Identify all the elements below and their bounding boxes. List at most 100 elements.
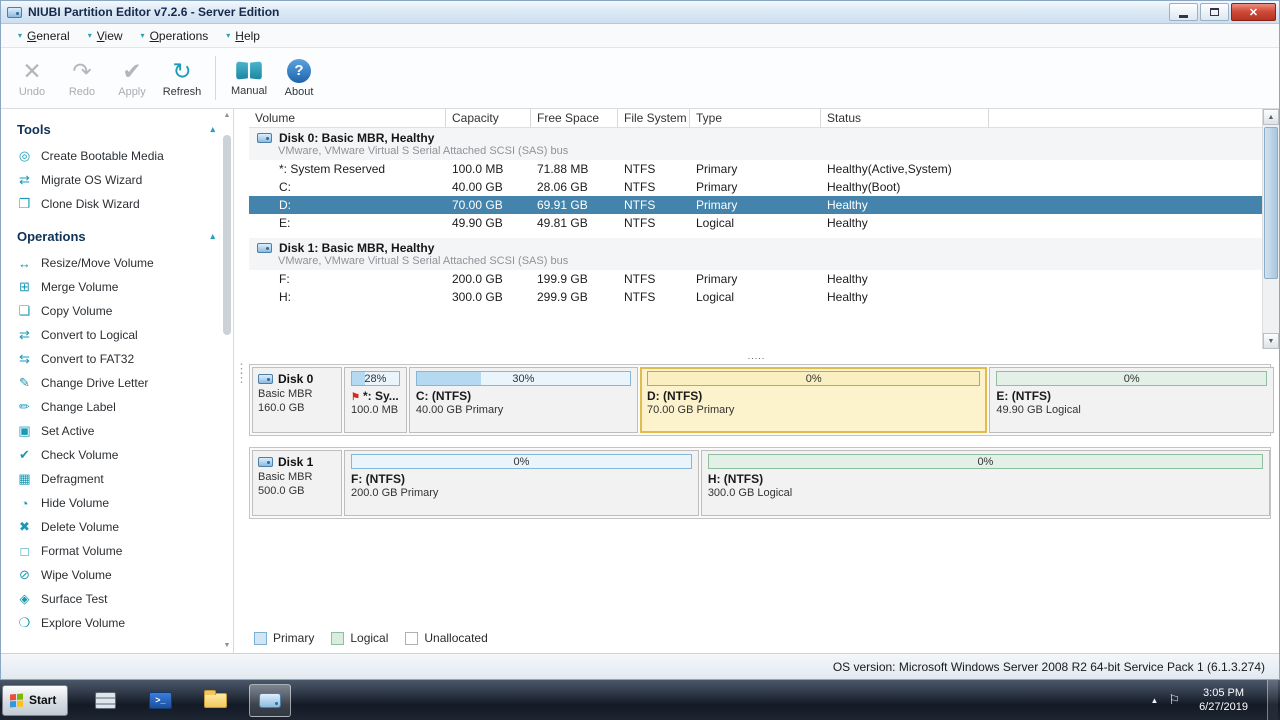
refresh-button[interactable]: ↻Refresh: [157, 51, 207, 105]
taskbar-app-powershell[interactable]: >_: [139, 684, 181, 717]
taskbar-app-server-manager[interactable]: [84, 684, 126, 717]
cell-file-system: NTFS: [618, 288, 690, 306]
cell-file-system: NTFS: [618, 196, 690, 214]
legend-swatch-unallocated: [405, 632, 418, 645]
cell-free-space: 28.06 GB: [531, 178, 618, 196]
menu-label: General: [27, 29, 70, 43]
partition-size: 40.00 GB Primary: [416, 404, 631, 416]
menu-help[interactable]: ▾Help: [217, 27, 269, 45]
cell-capacity: 100.0 MB: [446, 160, 531, 178]
sidebar-item-change-label[interactable]: ✏Change Label: [17, 395, 215, 419]
volume-row[interactable]: F:200.0 GB199.9 GBNTFSPrimaryHealthy: [249, 270, 1262, 288]
cell-status: Healthy(Boot): [821, 178, 989, 196]
column-header-status[interactable]: Status: [821, 109, 989, 128]
volume-row[interactable]: H:300.0 GB299.9 GBNTFSLogicalHealthy: [249, 288, 1262, 306]
sidebar-item-defragment[interactable]: ▦Defragment: [17, 467, 215, 491]
sidebar-item-hide-volume[interactable]: ◔Hide Volume: [17, 491, 215, 515]
volume-row[interactable]: *: System Reserved100.0 MB71.88 MBNTFSPr…: [249, 160, 1262, 178]
menu-operations[interactable]: ▾Operations: [132, 27, 218, 45]
partition-block[interactable]: 0%E: (NTFS)49.90 GB Logical: [989, 367, 1274, 433]
partition-block[interactable]: 30%C: (NTFS)40.00 GB Primary: [409, 367, 638, 433]
partition-block[interactable]: 0%D: (NTFS)70.00 GB Primary: [640, 367, 987, 433]
sidebar-item-change-drive-letter[interactable]: ✎Change Drive Letter: [17, 371, 215, 395]
app-window: NIUBI Partition Editor v7.2.6 - Server E…: [0, 0, 1280, 680]
sidebar-item-copy-volume[interactable]: ❏Copy Volume: [17, 299, 215, 323]
partition-block[interactable]: 0%H: (NTFS)300.0 GB Logical: [701, 450, 1270, 516]
volume-row[interactable]: D:70.00 GB69.91 GBNTFSPrimaryHealthy: [249, 196, 1262, 214]
volume-row[interactable]: C:40.00 GB28.06 GBNTFSPrimaryHealthy(Boo…: [249, 178, 1262, 196]
scroll-up-icon[interactable]: ▲: [1263, 109, 1279, 125]
sidebar-item-surface-test[interactable]: ◈Surface Test: [17, 587, 215, 611]
maximize-button[interactable]: [1200, 3, 1229, 21]
disk-info[interactable]: Disk 1Basic MBR500.0 GB: [252, 450, 342, 516]
column-header-type[interactable]: Type: [690, 109, 821, 128]
sidebar: Tools▴◎Create Bootable Media⇄Migrate OS …: [1, 109, 234, 653]
sidebar-item-format-volume[interactable]: □Format Volume: [17, 539, 215, 563]
disk-group-header[interactable]: Disk 0: Basic MBR, Healthy: [249, 128, 1262, 145]
sidebar-item-convert-to-logical[interactable]: ⇄Convert to Logical: [17, 323, 215, 347]
apply-button[interactable]: ✔Apply: [107, 51, 157, 105]
sidebar-item-migrate-os-wizard[interactable]: ⇄Migrate OS Wizard: [17, 168, 215, 192]
disk-group-header[interactable]: Disk 1: Basic MBR, Healthy: [249, 238, 1262, 255]
taskbar-app-file-explorer[interactable]: [194, 684, 236, 717]
disk-group-subtitle: VMware, VMware Virtual S Serial Attached…: [249, 145, 1262, 160]
manual-button[interactable]: Manual: [224, 51, 274, 105]
desktop: NIUBI Partition Editor v7.2.6 - Server E…: [0, 0, 1280, 720]
sidebar-item-delete-volume[interactable]: ✖Delete Volume: [17, 515, 215, 539]
scroll-down-icon[interactable]: ▼: [222, 641, 232, 651]
close-button[interactable]: ✕: [1231, 3, 1276, 21]
column-header-file-system[interactable]: File System: [618, 109, 690, 128]
partition-block[interactable]: 28%⚑*: Sy...100.0 MB: [344, 367, 407, 433]
cell-status: Healthy: [821, 270, 989, 288]
start-button[interactable]: Start: [2, 685, 68, 716]
hide-volume-icon: ◔: [17, 496, 32, 511]
menu-label: Operations: [150, 29, 209, 43]
table-scrollbar[interactable]: ▲ ▼: [1262, 109, 1279, 349]
minimize-button[interactable]: [1169, 3, 1198, 21]
sidebar-item-set-active[interactable]: ▣Set Active: [17, 419, 215, 443]
sidebar-section-header[interactable]: Tools▴: [17, 117, 215, 144]
sidebar-section-header[interactable]: Operations▴: [17, 224, 215, 251]
powershell-icon: >_: [149, 692, 172, 709]
tray-expand-icon[interactable]: ▲: [1150, 696, 1158, 705]
volume-row[interactable]: E:49.90 GB49.81 GBNTFSLogicalHealthy: [249, 214, 1262, 232]
partition-block[interactable]: 0%F: (NTFS)200.0 GB Primary: [344, 450, 699, 516]
sidebar-scrollbar-thumb[interactable]: [223, 135, 231, 335]
column-header-volume[interactable]: Volume: [249, 109, 446, 128]
cell-file-system: NTFS: [618, 160, 690, 178]
table-scrollbar-thumb[interactable]: [1264, 127, 1278, 279]
cell-capacity: 70.00 GB: [446, 196, 531, 214]
sidebar-scrollbar[interactable]: ▲ ▼: [222, 111, 232, 651]
scroll-down-icon[interactable]: ▼: [1263, 333, 1279, 349]
redo-button[interactable]: ↷Redo: [57, 51, 107, 105]
sidebar-item-explore-volume[interactable]: ❍Explore Volume: [17, 611, 215, 635]
cell-filler: [989, 178, 1262, 196]
scroll-up-icon[interactable]: ▲: [222, 111, 232, 121]
change-label-icon: ✏: [17, 399, 32, 415]
boot-flag-icon: ⚑: [351, 392, 360, 403]
disk-info[interactable]: Disk 0Basic MBR160.0 GB: [252, 367, 342, 433]
panel-splitter[interactable]: ⋮⋮: [235, 364, 247, 382]
sidebar-item-wipe-volume[interactable]: ⊘Wipe Volume: [17, 563, 215, 587]
column-header-free-space[interactable]: Free Space: [531, 109, 618, 128]
sidebar-item-check-volume[interactable]: ✔Check Volume: [17, 443, 215, 467]
sidebar-item-convert-to-fat32[interactable]: ⇆Convert to FAT32: [17, 347, 215, 371]
menu-view[interactable]: ▾View: [79, 27, 132, 45]
window-controls: ✕: [1169, 3, 1276, 21]
taskbar-app-niubi-partition-editor[interactable]: [249, 684, 291, 717]
sidebar-item-merge-volume[interactable]: ⊞Merge Volume: [17, 275, 215, 299]
column-header-capacity[interactable]: Capacity: [446, 109, 531, 128]
undo-button[interactable]: ✕Undo: [7, 51, 57, 105]
window-title: NIUBI Partition Editor v7.2.6 - Server E…: [28, 5, 1169, 19]
sidebar-item-create-bootable-media[interactable]: ◎Create Bootable Media: [17, 144, 215, 168]
refresh-icon: ↻: [172, 59, 191, 83]
about-button[interactable]: ?About: [274, 51, 324, 105]
table-map-splitter[interactable]: .....: [234, 349, 1279, 362]
taskbar-clock[interactable]: 3:05 PM 6/27/2019: [1190, 686, 1257, 714]
sidebar-item-clone-disk-wizard[interactable]: ❐Clone Disk Wizard: [17, 192, 215, 216]
menu-general[interactable]: ▾General: [9, 27, 79, 45]
sidebar-item-resize-move-volume[interactable]: ↔Resize/Move Volume: [17, 251, 215, 275]
usage-bar: 0%: [708, 454, 1263, 469]
show-desktop-button[interactable]: [1267, 680, 1278, 720]
action-center-flag-icon[interactable]: ⚐: [1168, 692, 1180, 708]
